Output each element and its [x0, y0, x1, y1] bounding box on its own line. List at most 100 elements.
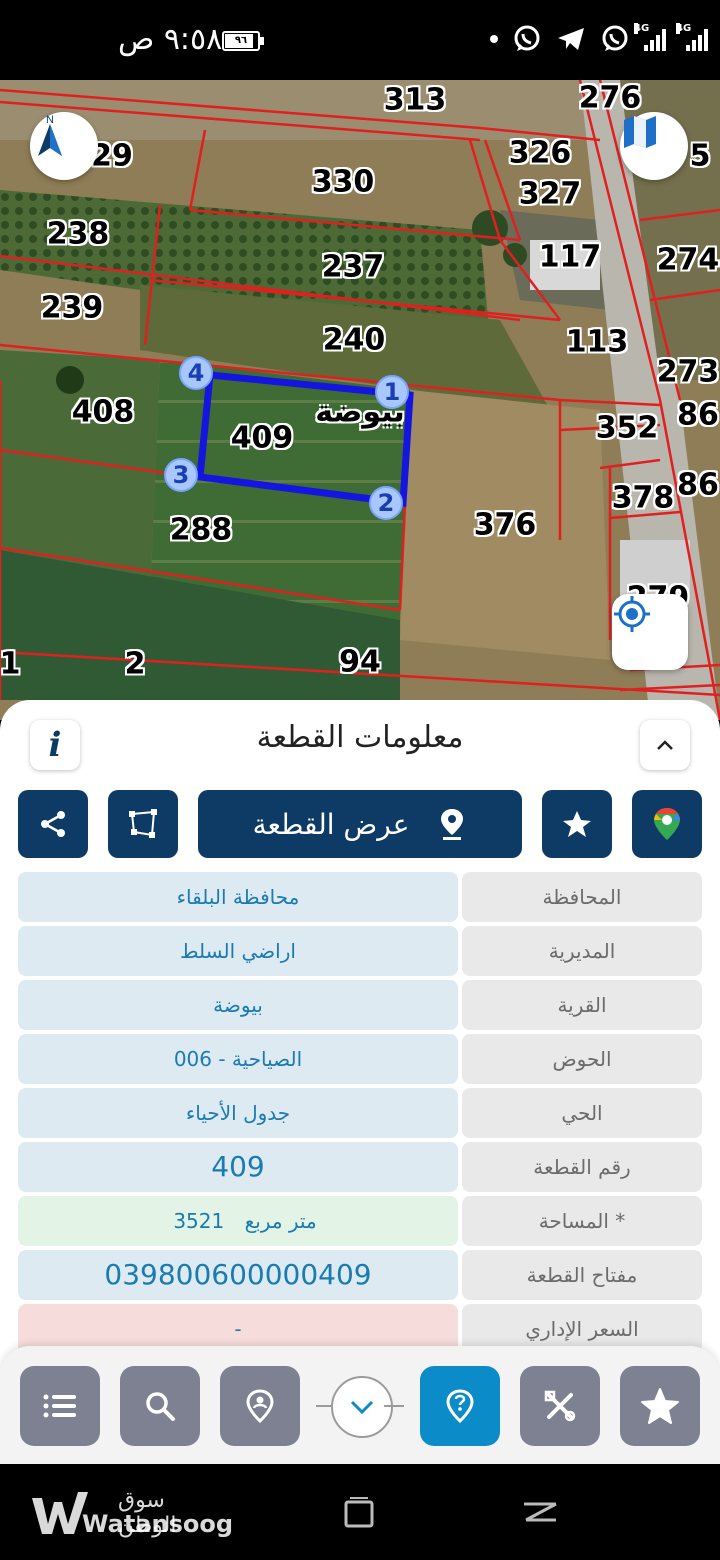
parcel-label: 5	[689, 138, 711, 174]
parcel-number-value: 409	[18, 1142, 458, 1192]
status-bar: ٩:٥٨ ص ٩٦ 4G 4G	[0, 0, 720, 80]
vertex-marker-4[interactable]: 4	[179, 356, 213, 390]
north-arrow-icon: N	[38, 114, 62, 156]
parcel-key-label: مفتاح القطعة	[462, 1250, 702, 1300]
collapse-panel-button[interactable]	[640, 720, 690, 770]
telegram-icon	[558, 28, 584, 50]
parcel-label: 288	[169, 512, 233, 548]
google-maps-icon	[654, 808, 680, 840]
directorate-label: المديرية	[462, 926, 702, 976]
parcel-label: 376	[473, 507, 537, 543]
parcel-label: 2	[124, 646, 146, 682]
parcel-label: 117	[538, 239, 602, 275]
watermark-logo: سوق الوطن Watansoog	[30, 1486, 233, 1540]
detail-row-governorate: محافظة البلقاء المحافظة	[18, 872, 702, 922]
detail-row-neighborhood: جدول الأحياء الحي	[18, 1088, 702, 1138]
detail-row-basin: الصياحية - 006 الحوض	[18, 1034, 702, 1084]
detail-row-area: متر مربع 3521 المساحة *	[18, 1196, 702, 1246]
basin-label: الحوض	[462, 1034, 702, 1084]
polygon-icon	[129, 809, 157, 838]
panel-title: معلومات القطعة	[256, 720, 464, 755]
location-search-button[interactable]	[220, 1366, 300, 1446]
status-icons: 4G 4G	[490, 23, 708, 54]
system-navigation-bar: سوق الوطن Watansoog	[0, 1464, 720, 1560]
search-button[interactable]	[120, 1366, 200, 1446]
neighborhood-value: جدول الأحياء	[18, 1088, 458, 1138]
parcel-label: 238	[46, 216, 110, 252]
location-pin-icon	[441, 809, 464, 840]
vertex-marker-3[interactable]: 3	[164, 458, 198, 492]
watermark-english: Watansoog	[82, 1510, 234, 1538]
show-parcel-button[interactable]: عرض القطعة	[198, 790, 522, 858]
network-2-label: 4G	[676, 23, 692, 34]
list-button[interactable]	[20, 1366, 100, 1446]
favorite-button[interactable]	[542, 790, 612, 858]
parcel-label: 352	[595, 410, 659, 446]
help-pin-icon	[446, 1389, 474, 1423]
polygon-shape-button[interactable]	[108, 790, 178, 858]
parcel-label: 330	[311, 164, 375, 200]
watermark-w-icon	[32, 1492, 88, 1534]
area-unit: متر مربع	[244, 1209, 317, 1233]
detail-row-parcel-key: 039800600000409 مفتاح القطعة	[18, 1250, 702, 1300]
my-location-button[interactable]	[612, 594, 688, 670]
area-value: 3521	[173, 1209, 225, 1233]
network-1-label: 4G	[634, 23, 650, 34]
layers-map-button[interactable]	[620, 112, 688, 180]
basin-value: الصياحية - 006	[18, 1034, 458, 1084]
parcel-label: 94	[339, 644, 381, 680]
battery-level: ٩٦	[234, 35, 248, 46]
parcel-label: 86	[677, 397, 719, 433]
parcel-number-label: رقم القطعة	[462, 1142, 702, 1192]
neighborhood-label: الحي	[462, 1088, 702, 1138]
parcel-label: 326	[508, 135, 572, 171]
detail-row-directorate: اراضي السلط المديرية	[18, 926, 702, 976]
search-icon	[146, 1392, 175, 1421]
chevron-up-icon	[657, 740, 673, 750]
parcel-label: 239	[40, 290, 104, 326]
parcel-label: 113	[565, 324, 629, 360]
whatsapp-icon-2	[602, 25, 628, 51]
recent-apps-icon[interactable]	[342, 1496, 376, 1530]
notification-dot-icon	[490, 35, 498, 43]
parcel-label: 86	[677, 467, 719, 503]
parcel-map[interactable]: 313 276 29 5 330 326 327 238 237 117 274…	[0, 80, 720, 720]
star-icon	[563, 811, 591, 837]
star-outline-icon	[641, 1388, 679, 1424]
show-parcel-label: عرض القطعة	[252, 807, 410, 841]
bottom-toolbar	[0, 1346, 720, 1464]
chevron-down-icon	[350, 1400, 374, 1415]
parcel-label: 273	[656, 354, 720, 390]
parcel-label-selected: 409	[230, 420, 294, 456]
area-value-cell: متر مربع 3521	[18, 1196, 458, 1246]
favorites-button[interactable]	[620, 1366, 700, 1446]
north-compass-button[interactable]: N	[30, 112, 98, 180]
share-icon	[41, 811, 65, 837]
village-label: بيوضة	[315, 394, 405, 430]
whatsapp-icon	[514, 25, 540, 51]
list-icon	[43, 1394, 76, 1418]
back-icon[interactable]	[520, 1496, 560, 1530]
expand-toggle-button[interactable]	[331, 1376, 393, 1438]
divider-right	[384, 1405, 404, 1407]
parcel-label: 240	[322, 322, 386, 358]
google-maps-button[interactable]	[632, 790, 702, 858]
parcel-label: 313	[383, 82, 447, 118]
vertex-marker-2[interactable]: 2	[369, 486, 403, 520]
action-bar: عرض القطعة	[0, 790, 720, 858]
share-button[interactable]	[18, 790, 88, 858]
tools-icon	[544, 1390, 576, 1422]
map-icon	[624, 116, 656, 148]
parcel-label: 237	[321, 249, 385, 285]
governorate-value: محافظة البلقاء	[18, 872, 458, 922]
signal-1-icon: 4G	[634, 23, 666, 51]
detail-row-village: بيوضة القرية	[18, 980, 702, 1030]
tools-button[interactable]	[520, 1366, 600, 1446]
parcel-label: 408	[71, 394, 135, 430]
parcel-label: 274	[656, 242, 720, 278]
governorate-label: المحافظة	[462, 872, 702, 922]
battery-icon: ٩٦	[222, 31, 264, 51]
person-pin-icon	[246, 1389, 274, 1423]
parcel-label: 327	[518, 176, 582, 212]
parcel-info-tab-button[interactable]	[420, 1366, 500, 1446]
